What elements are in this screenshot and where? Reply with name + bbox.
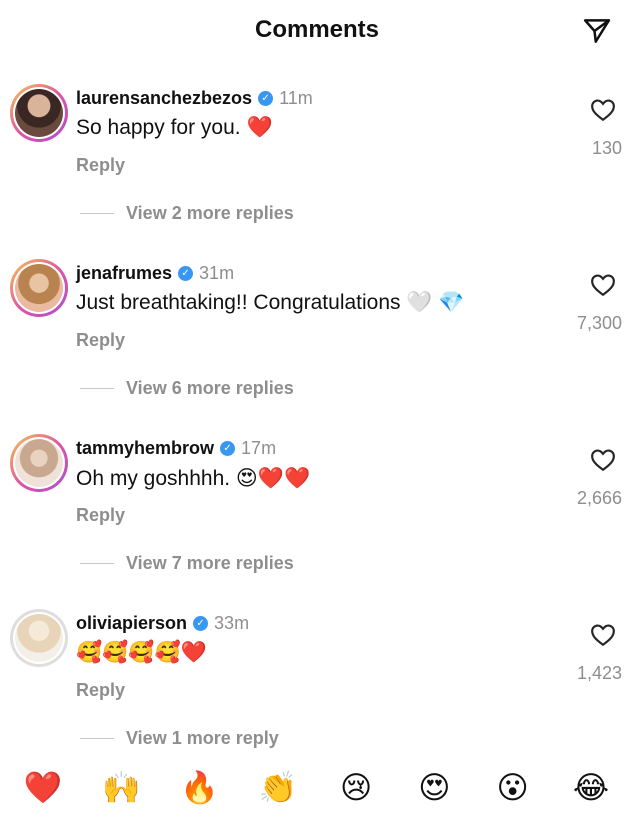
reaction-surprised-button[interactable]: 😮	[492, 760, 534, 820]
comment-time: 33m	[214, 613, 250, 633]
comment-text: Just breathtaking!! Congratulations 🤍 💎	[76, 291, 465, 314]
comment-time: 11m	[279, 88, 313, 108]
avatar[interactable]	[10, 259, 68, 317]
view-more-replies-button[interactable]: View 2 more replies	[80, 203, 294, 224]
like-count: 2,666	[576, 488, 622, 508]
reaction-laughing-button[interactable]: 😂	[570, 760, 612, 820]
avatar[interactable]	[10, 609, 68, 667]
verified-badge-icon: ✓	[193, 616, 209, 631]
reaction-raised-hands-button[interactable]: 🙌	[100, 760, 142, 820]
verified-badge-icon: ✓	[178, 266, 194, 281]
quick-reactions-bar: ❤️ 🙌 🔥 👏 😢 😍 😮 😂	[0, 760, 634, 820]
heart-outline-icon[interactable]	[590, 623, 616, 647]
comment-username[interactable]: oliviapierson	[76, 613, 187, 634]
send-icon[interactable]	[582, 16, 612, 46]
reply-button[interactable]: Reply	[76, 505, 125, 526]
comment-item: oliviapierson ✓ 33m 🥰🥰🥰🥰❤️ Reply View 1 …	[0, 609, 634, 779]
comment-text: Oh my goshhhh. 😍❤️❤️	[76, 467, 311, 490]
comment-username[interactable]: jenafrumes	[76, 263, 172, 284]
comment-time: 31m	[199, 263, 235, 283]
view-more-label: View 7 more replies	[126, 553, 294, 573]
comment-text: 🥰🥰🥰🥰❤️	[76, 641, 207, 664]
view-more-replies-button[interactable]: View 7 more replies	[80, 553, 294, 574]
reply-button[interactable]: Reply	[76, 155, 125, 176]
comment-item: tammyhembrow ✓ 17m Oh my goshhhh. 😍❤️❤️ …	[0, 434, 634, 604]
reply-button[interactable]: Reply	[76, 680, 125, 701]
reaction-clapping-button[interactable]: 👏	[257, 760, 299, 820]
reply-button[interactable]: Reply	[76, 330, 125, 351]
reaction-heart-eyes-button[interactable]: 😍	[413, 760, 455, 820]
divider	[80, 738, 114, 739]
avatar[interactable]	[10, 84, 68, 142]
view-more-replies-button[interactable]: View 1 more reply	[80, 728, 279, 749]
heart-outline-icon[interactable]	[590, 448, 616, 472]
divider	[80, 388, 114, 389]
heart-outline-icon[interactable]	[590, 98, 616, 122]
view-more-label: View 1 more reply	[126, 728, 279, 748]
comment-item: laurensanchezbezos ✓ 11m So happy for yo…	[0, 84, 634, 254]
comment-item: jenafrumes ✓ 31m Just breathtaking!! Con…	[0, 259, 634, 429]
divider	[80, 563, 114, 564]
heart-outline-icon[interactable]	[590, 273, 616, 297]
comment-username[interactable]: tammyhembrow	[76, 438, 214, 459]
comment-text: So happy for you. ❤️	[76, 116, 273, 139]
like-count: 130	[591, 138, 622, 158]
reaction-crying-button[interactable]: 😢	[335, 760, 377, 820]
view-more-label: View 6 more replies	[126, 378, 294, 398]
reaction-red-heart-button[interactable]: ❤️	[22, 760, 64, 820]
comment-time: 17m	[241, 438, 277, 458]
header: Comments	[0, 0, 634, 62]
page-title: Comments	[254, 16, 380, 43]
verified-badge-icon: ✓	[220, 441, 236, 456]
like-count: 1,423	[576, 663, 622, 683]
reaction-fire-button[interactable]: 🔥	[179, 760, 221, 820]
view-more-replies-button[interactable]: View 6 more replies	[80, 378, 294, 399]
divider	[80, 213, 114, 214]
avatar[interactable]	[10, 434, 68, 492]
like-count: 7,300	[576, 313, 622, 333]
verified-badge-icon: ✓	[258, 91, 274, 106]
comment-username[interactable]: laurensanchezbezos	[76, 88, 252, 109]
view-more-label: View 2 more replies	[126, 203, 294, 223]
